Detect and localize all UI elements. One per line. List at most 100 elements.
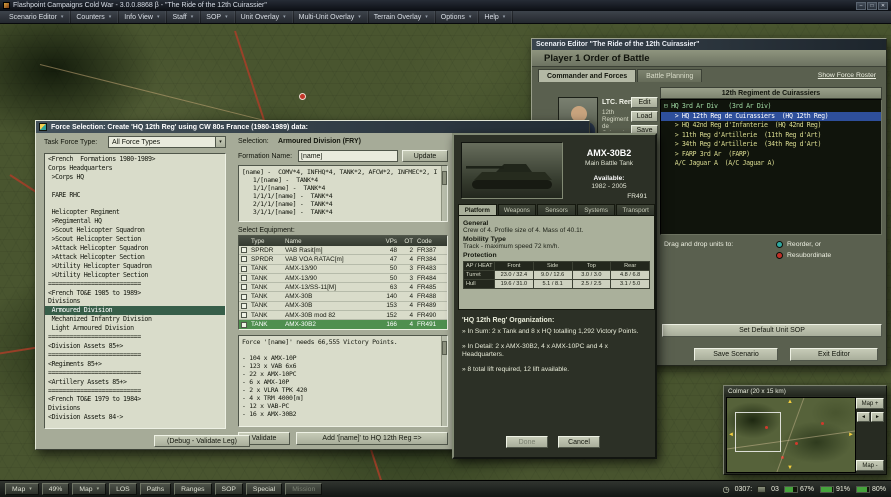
equipment-row[interactable]: SPRDR VAB Rasit[m] 48 2 FR387 [239,246,447,255]
minimap-viewport-rect[interactable] [735,412,781,452]
add-to-force-button[interactable]: Add '[name]' to HQ 12th Reg => [296,432,448,445]
edit-button[interactable]: Edit [631,97,658,108]
catalog-item[interactable]: Divisions [45,404,225,413]
force-tree-item[interactable]: ⊟ HQ 3rd Ar Div (3rd Ar Div) [661,102,881,112]
map-zoom-in-button[interactable]: Map + [856,398,884,409]
equipment-checkbox[interactable] [241,275,247,281]
tab[interactable]: Sensors [537,204,576,215]
catalog-item[interactable]: >Attack Helicopter Section [45,253,225,262]
formation-structure-box[interactable]: [name] - COMV*4, INFHQ*4, TANK*2, AFCW*2… [238,165,448,222]
catalog-item[interactable]: >Attack Helicopter Squadron [45,244,225,253]
scrollbar-thumb[interactable] [442,341,447,355]
catalog-item[interactable]: >Scout Helicopter Section [45,235,225,244]
scroll-up-arrow-icon[interactable]: ▲ [787,399,793,405]
force-tree-item[interactable]: > FARP 3rd Ar (FARP) [661,150,881,160]
equipment-checkbox[interactable] [241,284,247,290]
menu-item[interactable]: Info View [119,11,167,23]
status-button[interactable]: Paths [140,483,171,495]
equipment-row[interactable]: TANK AMX-30B 140 4 FR488 [239,292,447,301]
catalog-item[interactable]: >Regimental HQ [45,217,225,226]
update-button[interactable]: Update [402,150,448,162]
catalog-item[interactable]: <French TO&E 1985 to 1989> [45,289,225,298]
map-pan-right-button[interactable]: ► [871,412,884,422]
catalog-item[interactable]: FARE RHC [45,191,225,200]
force-summary-box[interactable]: Force '[name]' needs 66,555 Victory Poin… [238,335,448,427]
equipment-checkbox[interactable] [241,294,247,300]
status-button[interactable]: SOP [215,483,243,495]
map-pan-left-button[interactable]: ◄ [857,412,870,422]
radio-option[interactable]: Reorder, or [776,241,880,248]
force-tree-item[interactable]: > HQ 42nd Reg d'Infanterie (HQ 42nd Reg) [661,121,881,131]
catalog-item[interactable]: <Division Assets 85+> [45,342,225,351]
scroll-down-arrow-icon[interactable]: ▼ [787,465,793,471]
menu-item[interactable]: Help [479,11,513,23]
menu-item[interactable]: Staff [167,11,201,23]
status-button[interactable]: LOS [109,483,137,495]
menu-item[interactable]: Counters [71,11,119,23]
tab[interactable]: Systems [577,204,616,215]
scroll-right-arrow-icon[interactable]: ► [848,432,854,438]
catalog-item[interactable] [45,200,225,209]
scroll-left-arrow-icon[interactable]: ◄ [728,432,734,438]
force-tree-item[interactable]: A/C Jaguar A (A/C Jaguar A) [661,159,881,169]
catalog-item[interactable]: Mechanized Infantry Division [45,315,225,324]
catalog-item[interactable]: Armoured Division [45,306,225,315]
scrollbar-thumb[interactable] [442,171,447,185]
window-titlebar[interactable]: Flashpoint Campaigns Cold War - 3.0.0.88… [0,0,891,11]
status-button[interactable]: Mission [285,483,322,495]
equipment-row[interactable]: TANK AMX-30B2 166 4 FR491 [239,320,447,329]
equipment-checkbox[interactable] [241,256,247,262]
equipment-checkbox[interactable] [241,266,247,272]
catalog-item[interactable]: Divisions [45,297,225,306]
status-button[interactable]: 49% [42,483,70,495]
force-tree-item[interactable]: > 11th Reg d'Artillerie (11th Reg d'Art) [661,131,881,141]
debug-validate-leg-button[interactable]: (Debug - Validate Leg) [154,435,250,447]
scrollbar[interactable] [441,166,447,221]
force-tree-item[interactable]: > 34th Reg d'Artillerie (34th Reg d'Art) [661,140,881,150]
catalog-item[interactable]: >Corps HQ [45,173,225,182]
menu-item[interactable]: SOP [201,11,235,23]
catalog-item[interactable]: ========================== [45,369,225,378]
tab[interactable]: Platform [458,204,497,215]
catalog-item[interactable] [45,182,225,191]
catalog-item[interactable]: >Scout Helicopter Squadron [45,226,225,235]
status-button[interactable]: Ranges [174,483,211,495]
save-scenario-button[interactable]: Save Scenario [694,348,778,361]
catalog-item[interactable]: ========================== [45,387,225,396]
equipment-row[interactable]: SPRDR VAB VOA RATAC[m] 47 4 FR384 [239,255,447,264]
cancel-button[interactable]: Cancel [558,436,600,448]
force-selection-titlebar[interactable]: Force Selection: Create 'HQ 12th Reg' us… [36,121,589,133]
menu-item[interactable]: Multi-Unit Overlay [294,11,369,23]
map-zoom-out-button[interactable]: Map - [856,460,884,471]
equipment-checkbox[interactable] [241,303,247,309]
tab[interactable]: Commander and Forces [538,69,636,82]
catalog-item[interactable]: Helicopter Regiment [45,208,225,217]
catalog-item[interactable]: Corps Headquarters [45,164,225,173]
radio-dot-icon[interactable] [776,241,783,248]
done-button[interactable]: Done [506,436,548,448]
catalog-item[interactable]: ========================== [45,351,225,360]
minimap-canvas[interactable]: ▲ ▼ ◄ ► [726,397,856,473]
map-unit-marker[interactable] [299,93,306,100]
window-control-button[interactable]: – [856,2,866,10]
load-button[interactable]: Load [631,111,658,122]
catalog-item[interactable]: <French TO&E 1979 to 1984> [45,395,225,404]
status-button[interactable]: Map [5,483,39,495]
catalog-item[interactable]: ========================== [45,333,225,342]
radio-dot-icon[interactable] [776,252,783,259]
tab[interactable]: Battle Planning [637,69,702,82]
tab[interactable]: Transport [616,204,655,215]
equipment-row[interactable]: TANK AMX-13/90 50 3 FR484 [239,274,447,283]
tab[interactable]: Weapons [498,204,537,215]
catalog-item[interactable]: Light Armoured Division [45,324,225,333]
catalog-item[interactable]: ========================== [45,280,225,289]
catalog-item[interactable]: <Division Assets 84-> [45,413,225,422]
menu-item[interactable]: Scenario Editor [4,11,71,23]
formation-name-input[interactable] [298,150,398,162]
catalog-item[interactable]: <Artillery Assets 85+> [45,378,225,387]
catalog-item[interactable]: >Utility Helicopter Section [45,271,225,280]
status-button[interactable]: Special [246,483,282,495]
equipment-checkbox[interactable] [241,322,247,328]
task-force-type-dropdown[interactable]: All Force Types ▾ [108,136,226,148]
window-control-button[interactable]: ✕ [878,2,888,10]
